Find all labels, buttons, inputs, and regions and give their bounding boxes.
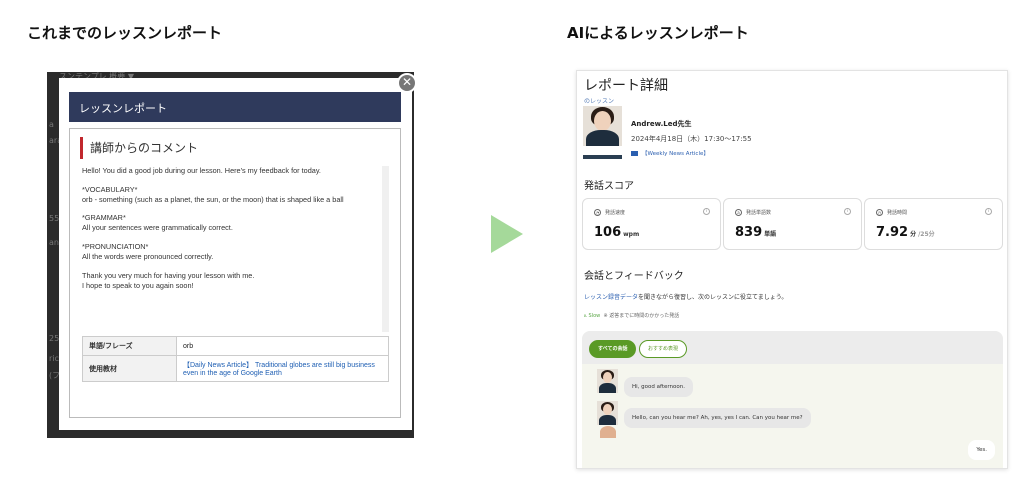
score-value: 7.92 分/25分 — [876, 225, 935, 240]
chat-bubble-teacher[interactable]: Hello, can you hear me? Ah, yes, yes I c… — [624, 408, 811, 428]
comment-body[interactable]: Hello! You did a good job during our les… — [82, 166, 378, 332]
modal-title: レッスンレポート — [69, 92, 401, 122]
info-icon[interactable]: i — [985, 208, 992, 215]
score-card-speed: ◔ 発話速度 i 106 wpm — [582, 198, 721, 250]
chat-bubble-student[interactable]: Yes. — [968, 440, 995, 460]
ai-report-screenshot: レポート詳細 のレッスン Andrew.Led先生 2024年4月18日（木）1… — [576, 70, 1008, 469]
comment-paragraph: Hello! You did a good job during our les… — [82, 166, 321, 175]
comment-title: 講師からのコメント — [80, 137, 198, 159]
book-icon — [631, 151, 638, 156]
tab-all-conversations[interactable]: すべての会話 — [589, 340, 637, 358]
score-card-word-count: a 発話単語数 i 839 単語 — [723, 198, 862, 250]
score-label: ◷ 発話時間 — [876, 209, 908, 216]
score-label: a 発話単語数 — [735, 209, 771, 216]
table-label: 単語/フレーズ — [82, 336, 177, 356]
lesson-datetime: 2024年4月18日（木）17:30〜17:55 — [631, 135, 752, 143]
background-text: 55 — [49, 214, 60, 223]
arrow-right-icon — [491, 215, 523, 253]
table-row: 使用教材 【Daily News Article】 Traditional gl… — [82, 355, 389, 382]
speaking-score-title: 発話スコア — [584, 181, 634, 192]
recording-link[interactable]: レッスン録音データ — [584, 294, 638, 301]
report-modal: レッスンレポート 講師からのコメント Hello! You did a good… — [59, 78, 412, 430]
background-text: ric — [49, 354, 59, 363]
table-value: orb — [176, 336, 389, 356]
slow-legend: ఽ Slow ※ 返答までに時間のかかった発話 — [584, 313, 680, 319]
material-link[interactable]: 【Weekly News Article】 — [631, 149, 709, 157]
teacher-avatar — [597, 401, 618, 425]
info-icon[interactable]: i — [844, 208, 851, 215]
speedometer-icon: ◔ — [594, 209, 601, 216]
chat-list[interactable]: Hi, good afternoon. Hello, can you hear … — [582, 364, 1003, 468]
heading-previous-report: これまでのレッスンレポート — [27, 24, 223, 42]
comment-panel: 講師からのコメント Hello! You did a good job duri… — [69, 128, 401, 418]
table-row: 単語/フレーズ orb — [82, 336, 389, 356]
heading-ai-report: AIによるレッスンレポート — [567, 24, 749, 42]
abc-icon: a — [735, 209, 742, 216]
conversation-tabs: すべての会話 おすすめ表現 — [582, 331, 1003, 364]
feedback-description: レッスン録音データを聞きながら復習し、次のレッスンに役立てましょう。 — [584, 294, 788, 301]
page-title: レポート詳細 — [584, 78, 668, 94]
material-link[interactable]: 【Daily News Article】 Traditional globes … — [176, 355, 389, 382]
student-avatar — [600, 426, 616, 438]
material-label: 【Weekly News Article】 — [642, 151, 709, 157]
comment-paragraph: Thank you very much for having your less… — [82, 270, 255, 290]
chat-bubble-teacher[interactable]: Hi, good afternoon. — [624, 377, 693, 397]
score-card-speaking-time: ◷ 発話時間 i 7.92 分/25分 — [864, 198, 1003, 250]
teacher-name: Andrew.Led先生 — [631, 120, 692, 128]
comment-paragraph: *VOCABULARY* orb - something (such as a … — [82, 184, 344, 204]
tab-recommended-expressions[interactable]: おすすめ表現 — [639, 340, 688, 358]
avatar-caption-bar — [583, 155, 622, 159]
snail-icon: ఽ — [584, 313, 587, 319]
info-table: 単語/フレーズ orb 使用教材 【Daily News Article】 Tr… — [82, 336, 389, 382]
feedback-title: 会話とフィードバック — [584, 271, 684, 282]
conversation-area: すべての会話 おすすめ表現 Hi, good afternoon. Hello,… — [582, 331, 1003, 468]
comment-paragraph: *GRAMMAR* All your sentences were gramma… — [82, 213, 233, 233]
comment-scrollbar[interactable] — [382, 166, 389, 332]
background-text: 25 — [49, 334, 60, 343]
comment-paragraph: *PRONUNCIATION* All the words were prono… — [82, 241, 214, 262]
score-value: 839 単語 — [735, 225, 777, 240]
lesson-subtitle: のレッスン — [584, 98, 615, 105]
table-label: 使用教材 — [82, 355, 177, 382]
clock-icon: ◷ — [876, 209, 883, 216]
teacher-avatar — [583, 106, 622, 146]
background-text: a — [49, 120, 54, 129]
teacher-avatar — [597, 369, 618, 393]
score-value: 106 wpm — [594, 225, 640, 240]
close-icon[interactable]: ✕ — [397, 73, 417, 93]
score-label: ◔ 発話速度 — [594, 209, 626, 216]
info-icon[interactable]: i — [703, 208, 710, 215]
previous-report-screenshot: スンテンプレ 概要 ▼ a ara 55 ani 25 ric (フ レッスンレ… — [47, 72, 414, 438]
